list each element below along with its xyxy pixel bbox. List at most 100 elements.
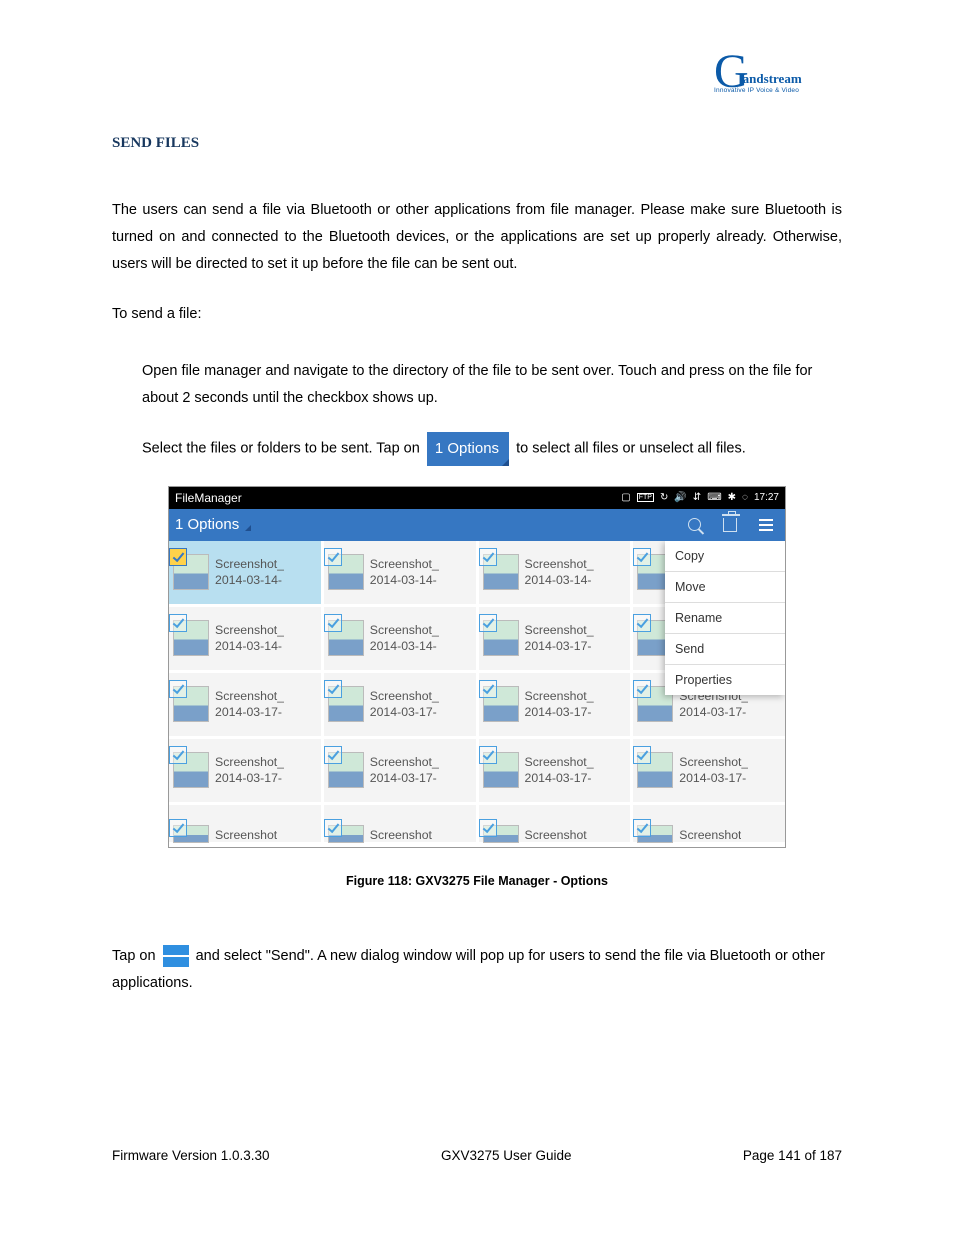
section-heading: SEND FILES xyxy=(112,135,842,152)
filemanager-screenshot: FileManager ▢ FTP ↻ 🔊 ⇵ ⌨ ✱ ◌ 17:27 1 Op… xyxy=(168,486,786,848)
app-title: FileManager xyxy=(175,491,242,505)
checkbox-icon[interactable] xyxy=(324,548,342,566)
file-cell[interactable]: Screenshot_2014-03-14- xyxy=(324,541,479,607)
file-thumbnail xyxy=(483,554,519,590)
search-icon xyxy=(688,518,701,531)
file-thumbnail xyxy=(328,554,364,590)
checkbox-icon[interactable] xyxy=(633,614,651,632)
volume-icon: 🔊 xyxy=(674,492,686,503)
file-thumbnail xyxy=(483,620,519,656)
page-footer: Firmware Version 1.0.3.30 GXV3275 User G… xyxy=(112,1148,842,1163)
file-cell[interactable]: Screenshot_2014-03-17- xyxy=(479,739,634,805)
checkbox-icon[interactable] xyxy=(633,548,651,566)
options-chip-inline: 1 Options xyxy=(427,432,509,466)
file-cell[interactable]: Screenshot_2014-03-17- xyxy=(479,673,634,739)
hamburger-chip-inline xyxy=(163,945,189,967)
file-thumbnail xyxy=(173,554,209,590)
file-thumbnail xyxy=(483,752,519,788)
checkbox-icon[interactable] xyxy=(479,680,497,698)
wifi-icon: ⇵ xyxy=(693,492,701,503)
checkbox-icon[interactable] xyxy=(633,680,651,698)
file-cell[interactable]: Screenshot_2014-03-17- xyxy=(633,739,785,805)
file-label: Screenshot xyxy=(525,827,587,844)
file-thumbnail xyxy=(483,825,519,843)
step-1: Open file manager and navigate to the di… xyxy=(112,358,842,412)
checkbox-icon[interactable] xyxy=(169,680,187,698)
checkbox-icon[interactable] xyxy=(479,746,497,764)
file-cell[interactable]: Screenshot_2014-03-14- xyxy=(169,607,324,673)
file-label: Screenshot_2014-03-17- xyxy=(525,688,594,721)
file-label: Screenshot_2014-03-17- xyxy=(525,754,594,787)
checkbox-icon[interactable] xyxy=(169,614,187,632)
checkbox-icon[interactable] xyxy=(169,746,187,764)
keyboard-icon: ⌨ xyxy=(707,492,721,503)
sync-icon: ↻ xyxy=(660,492,668,503)
search-button[interactable] xyxy=(681,513,707,537)
checkbox-icon[interactable] xyxy=(479,548,497,566)
footer-center: GXV3275 User Guide xyxy=(441,1148,572,1163)
checkbox-icon[interactable] xyxy=(479,614,497,632)
file-thumbnail xyxy=(637,825,673,843)
checkbox-icon[interactable] xyxy=(324,614,342,632)
delete-button[interactable] xyxy=(717,513,743,537)
checkbox-icon[interactable] xyxy=(324,746,342,764)
file-label: Screenshot_2014-03-14- xyxy=(215,622,284,655)
file-thumbnail xyxy=(173,686,209,722)
file-cell[interactable]: Screenshot_2014-03-14- xyxy=(169,541,324,607)
checkbox-icon[interactable] xyxy=(479,819,497,837)
trash-icon xyxy=(723,518,737,532)
file-thumbnail xyxy=(173,620,209,656)
file-cell[interactable]: Screenshot_2014-03-14- xyxy=(479,541,634,607)
file-cell[interactable]: Screenshot xyxy=(633,805,785,845)
file-label: Screenshot_2014-03-17- xyxy=(370,688,439,721)
checkbox-icon[interactable] xyxy=(324,680,342,698)
file-cell[interactable]: Screenshot xyxy=(324,805,479,845)
menu-send[interactable]: Send xyxy=(665,634,785,665)
file-label: Screenshot_2014-03-17- xyxy=(215,688,284,721)
checkbox-icon[interactable] xyxy=(633,819,651,837)
lead-in-text: To send a file: xyxy=(112,301,842,328)
file-label: Screenshot_2014-03-17- xyxy=(215,754,284,787)
brand-logo: Gandstream Innovative IP Voice & Video xyxy=(714,58,844,94)
ftp-icon: FTP xyxy=(637,493,654,502)
options-dropdown[interactable]: 1 Options xyxy=(175,516,249,533)
clock-icon: ◌ xyxy=(742,492,748,503)
file-thumbnail xyxy=(173,825,209,843)
step-2-post: to select all files or unselect all file… xyxy=(516,440,746,456)
file-thumbnail xyxy=(328,752,364,788)
context-menu: Copy Move Rename Send Properties xyxy=(665,541,785,695)
file-cell[interactable]: Screenshot_2014-03-17- xyxy=(324,739,479,805)
file-thumbnail xyxy=(328,825,364,843)
file-cell[interactable]: Screenshot_2014-03-17- xyxy=(169,739,324,805)
file-label: Screenshot xyxy=(370,827,432,844)
file-label: Screenshot_2014-03-14- xyxy=(370,622,439,655)
menu-copy[interactable]: Copy xyxy=(665,541,785,572)
titlebar: FileManager ▢ FTP ↻ 🔊 ⇵ ⌨ ✱ ◌ 17:27 xyxy=(169,487,785,509)
toolbar: 1 Options xyxy=(169,509,785,541)
figure-caption: Figure 118: GXV3275 File Manager - Optio… xyxy=(112,874,842,888)
file-cell[interactable]: Screenshot xyxy=(169,805,324,845)
menu-move[interactable]: Move xyxy=(665,572,785,603)
checkbox-icon[interactable] xyxy=(169,548,187,566)
checkbox-icon[interactable] xyxy=(633,746,651,764)
menu-rename[interactable]: Rename xyxy=(665,603,785,634)
file-cell[interactable]: Screenshot_2014-03-14- xyxy=(324,607,479,673)
checkbox-icon[interactable] xyxy=(324,819,342,837)
checkbox-icon[interactable] xyxy=(169,819,187,837)
file-cell[interactable]: Screenshot_2014-03-17- xyxy=(479,607,634,673)
footer-right: Page 141 of 187 xyxy=(743,1148,842,1163)
file-label: Screenshot_2014-03-14- xyxy=(525,556,594,589)
file-cell[interactable]: Screenshot_2014-03-17- xyxy=(169,673,324,739)
step-3-post: and select "Send". A new dialog window w… xyxy=(112,948,825,991)
menu-button[interactable] xyxy=(753,513,779,537)
file-thumbnail xyxy=(483,686,519,722)
file-grid: Copy Move Rename Send Properties Screens… xyxy=(169,541,785,847)
file-thumbnail xyxy=(328,620,364,656)
status-icons: ▢ FTP ↻ 🔊 ⇵ ⌨ ✱ ◌ 17:27 xyxy=(621,492,779,503)
file-label: Screenshot xyxy=(215,827,277,844)
menu-properties[interactable]: Properties xyxy=(665,665,785,695)
picture-icon: ▢ xyxy=(621,492,630,503)
file-label: Screenshot_2014-03-14- xyxy=(215,556,284,589)
file-cell[interactable]: Screenshot_2014-03-17- xyxy=(324,673,479,739)
file-cell[interactable]: Screenshot xyxy=(479,805,634,845)
